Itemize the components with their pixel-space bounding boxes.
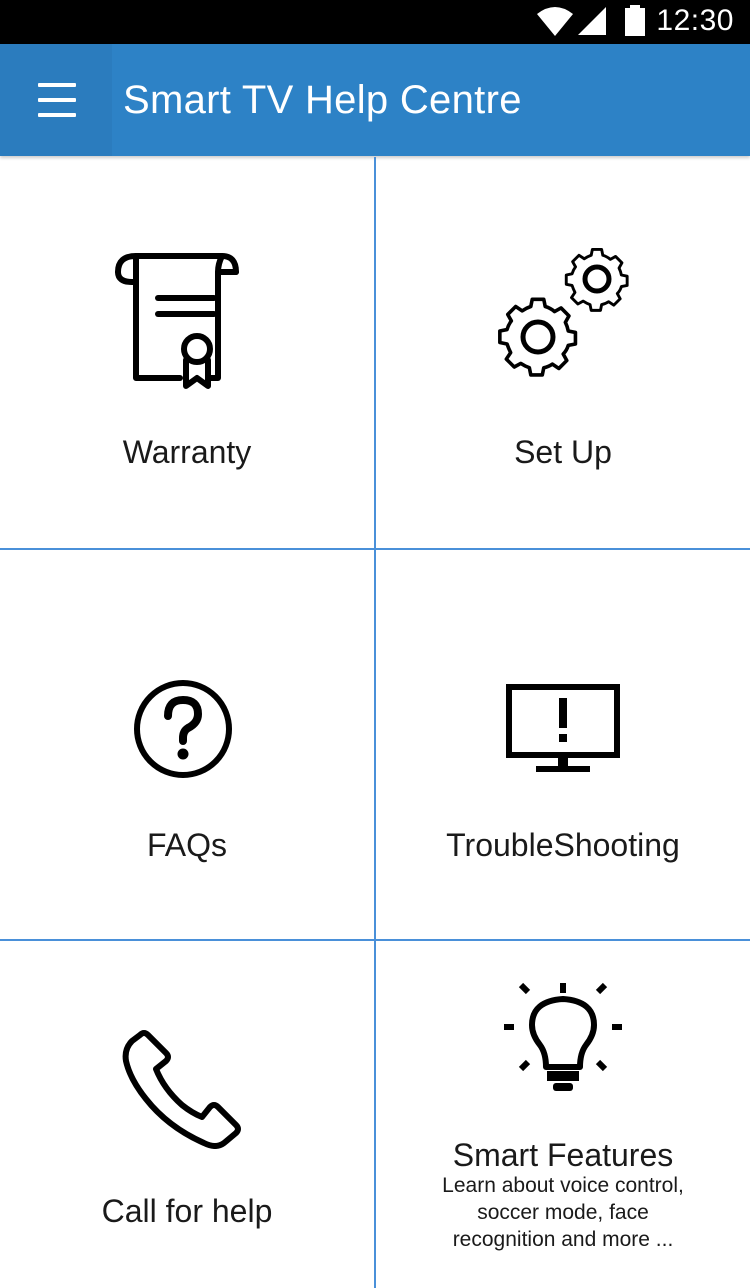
tile-label: TroubleShooting xyxy=(446,827,680,863)
tile-description-line: recognition and more ... xyxy=(452,1228,674,1251)
status-bar: 12:30 xyxy=(0,0,750,44)
tile-faqs[interactable]: FAQs xyxy=(0,550,374,939)
tile-label: Smart Features xyxy=(452,1137,674,1173)
app-bar: Smart TV Help Centre xyxy=(0,44,750,156)
tile-description: Learn about voice control, soccer mode, … xyxy=(376,1172,750,1253)
tile-label: Warranty xyxy=(122,434,252,470)
menu-button[interactable] xyxy=(0,44,112,156)
app-title: Smart TV Help Centre xyxy=(123,78,522,122)
wifi-icon xyxy=(537,7,573,36)
tile-label: FAQs xyxy=(146,827,227,863)
question-icon xyxy=(134,680,232,778)
monitor-alert-icon xyxy=(506,684,620,772)
tile-setup[interactable]: Set Up xyxy=(376,157,750,548)
tile-troubleshooting[interactable]: TroubleShooting xyxy=(376,550,750,939)
lightbulb-icon xyxy=(504,982,622,1091)
signal-icon xyxy=(578,7,606,35)
tile-call-for-help[interactable]: Call for help xyxy=(0,941,374,1288)
phone-icon xyxy=(122,1030,241,1149)
tile-description-line: Learn about voice control, xyxy=(442,1174,684,1197)
battery-icon xyxy=(625,5,645,36)
tile-smart-features[interactable]: Smart Features Learn about voice control… xyxy=(376,941,750,1288)
tile-label: Set Up xyxy=(514,434,612,470)
gears-icon xyxy=(498,248,629,377)
certificate-icon xyxy=(115,253,239,389)
tile-label: Call for help xyxy=(101,1193,273,1229)
status-time: 12:30 xyxy=(656,4,734,37)
tile-description-line: soccer mode, face xyxy=(477,1201,649,1224)
tile-warranty[interactable]: Warranty xyxy=(0,157,374,548)
